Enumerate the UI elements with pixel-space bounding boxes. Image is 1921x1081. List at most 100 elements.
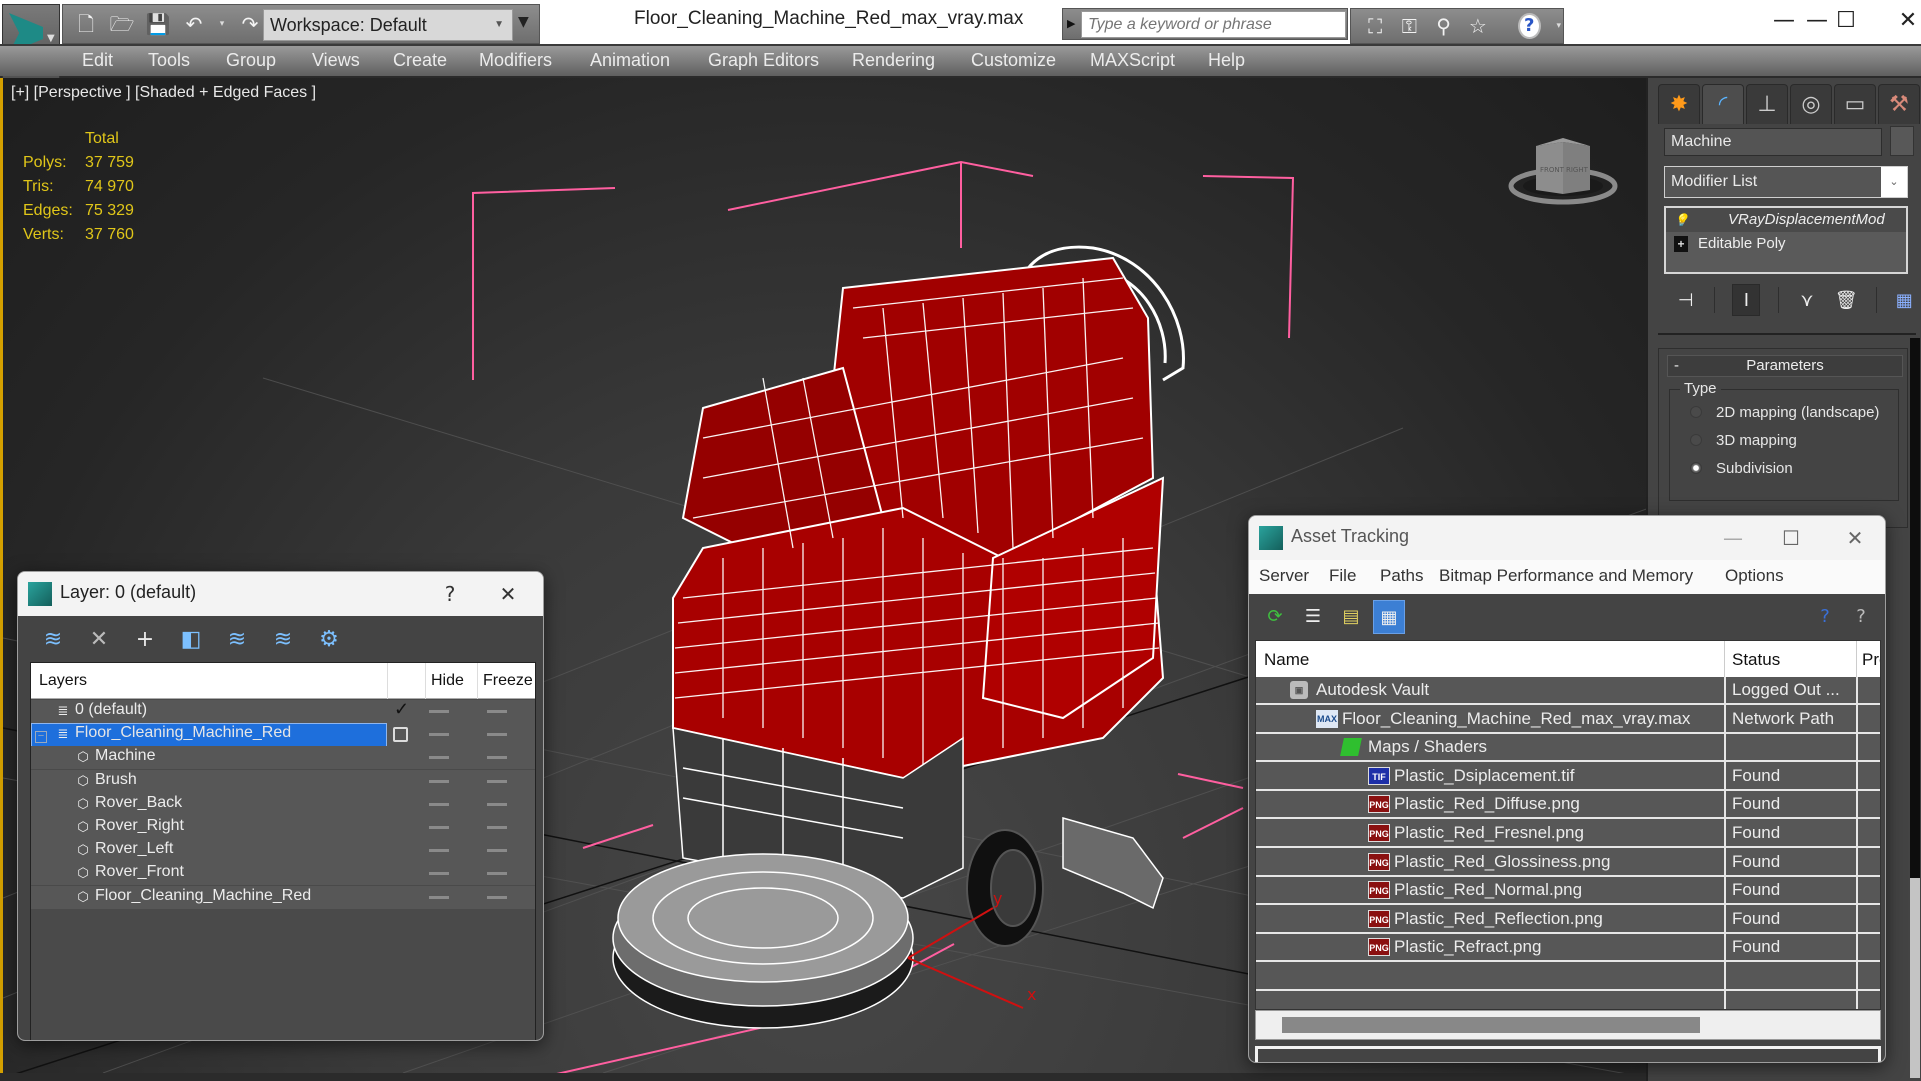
asset-row[interactable]: PNG Plastic_Red_Fresnel.png Found xyxy=(1256,820,1880,848)
stack-item-editable-poly[interactable]: + Editable Poly xyxy=(1666,232,1906,256)
layer-object-row[interactable]: ⬡ Rover_Left xyxy=(31,839,535,863)
hide-toggle[interactable] xyxy=(429,826,449,829)
asset-dialog-titlebar[interactable]: Asset Tracking — ☐ ✕ xyxy=(1249,516,1885,560)
asset-path-field[interactable] xyxy=(1255,1046,1881,1062)
menu-tools[interactable]: Tools xyxy=(148,50,190,71)
help-dropdown-icon[interactable]: ▾ xyxy=(1555,21,1563,31)
display-tab-icon[interactable]: ▭ xyxy=(1834,84,1876,124)
col-proxy[interactable]: Pro xyxy=(1862,650,1880,670)
close-button[interactable]: ✕ xyxy=(1835,522,1875,554)
add-to-layer-icon[interactable]: + xyxy=(130,625,160,655)
close-button[interactable]: ✕ xyxy=(488,578,528,610)
asset-row[interactable]: TIF Plastic_Dsiplacement.tif Found xyxy=(1256,763,1880,791)
hide-toggle[interactable] xyxy=(429,756,449,760)
menu-group[interactable]: Group xyxy=(226,50,276,71)
layer-object-row[interactable]: ⬡ Rover_Front xyxy=(31,862,535,886)
layer-object-row[interactable]: ⬡ Brush xyxy=(31,769,535,793)
menu-animation[interactable]: Animation xyxy=(590,50,670,71)
menu-server[interactable]: Server xyxy=(1259,566,1309,586)
object-name-field[interactable]: Machine xyxy=(1664,128,1882,156)
radio-button[interactable] xyxy=(1690,406,1702,418)
viewport-label-menu[interactable]: [+] [Perspective ] [Shaded + Edged Faces… xyxy=(11,84,316,102)
collapse-icon[interactable]: − xyxy=(35,731,47,744)
menu-graph-editors[interactable]: Graph Editors xyxy=(708,50,819,71)
command-panel-scrollbar[interactable] xyxy=(1910,338,1920,1078)
freeze-toggle[interactable] xyxy=(487,710,507,713)
menu-modifiers[interactable]: Modifiers xyxy=(479,50,552,71)
radio-button[interactable] xyxy=(1690,434,1702,446)
maximize-button[interactable]: ☐ xyxy=(1771,522,1811,554)
menu-paths[interactable]: Paths xyxy=(1380,566,1423,586)
stack-item-vraydisplacementmod[interactable]: 💡 VRayDisplacementMod xyxy=(1666,208,1906,232)
refresh-icon[interactable]: ⟳ xyxy=(1259,600,1291,634)
menu-maxscript[interactable]: MAXScript xyxy=(1090,50,1175,71)
object-color-swatch[interactable] xyxy=(1890,126,1914,156)
help-icon[interactable]: ? xyxy=(1518,13,1541,39)
context-help-icon[interactable]: ? xyxy=(1845,600,1877,634)
radio-button-selected[interactable] xyxy=(1690,462,1702,474)
minimize-button[interactable]: — xyxy=(1713,522,1753,554)
viewcube[interactable]: FRONT RIGHT xyxy=(1508,130,1618,210)
help-button[interactable]: ? xyxy=(430,578,470,610)
undo-dropdown-icon[interactable]: ▾ xyxy=(217,19,227,29)
layer-row[interactable]: − ≣ Floor_Cleaning_Machine_Red xyxy=(31,723,535,752)
modifier-list-dropdown[interactable]: Modifier List ⌄ xyxy=(1664,166,1908,198)
asset-row[interactable]: Maps / Shaders xyxy=(1256,734,1880,763)
layer-object-row[interactable]: ⬡ Rover_Back xyxy=(31,792,535,816)
make-unique-icon[interactable]: ⋎ xyxy=(1797,290,1817,311)
configure-modifier-sets-icon[interactable]: ▦ xyxy=(1894,290,1914,311)
freeze-toggle[interactable] xyxy=(487,895,507,899)
select-objects-icon[interactable]: ◧ xyxy=(176,625,206,655)
menu-customize[interactable]: Customize xyxy=(971,50,1056,71)
freeze-toggle[interactable] xyxy=(487,849,507,853)
remove-modifier-icon[interactable]: 🗑 xyxy=(1835,290,1858,311)
hide-toggle[interactable] xyxy=(429,849,449,853)
freeze-toggle[interactable] xyxy=(487,872,507,876)
col-layers[interactable]: Layers xyxy=(39,672,87,690)
binoculars-icon[interactable]: ⛶ xyxy=(1365,14,1385,38)
asset-row[interactable]: PNG Plastic_Red_Normal.png Found xyxy=(1256,877,1880,906)
freeze-toggle[interactable] xyxy=(487,779,507,783)
new-file-icon[interactable]: 🗋 xyxy=(73,11,99,37)
lightbulb-icon[interactable]: 💡 xyxy=(1674,212,1689,228)
create-tab-icon[interactable]: ✸ xyxy=(1658,84,1700,124)
list-view-icon[interactable]: ☰ xyxy=(1297,600,1329,634)
asset-row[interactable]: PNG Plastic_Refract.png Found xyxy=(1256,934,1880,963)
motion-tab-icon[interactable]: ◎ xyxy=(1790,84,1832,124)
undo-icon[interactable]: ↶ xyxy=(181,11,207,37)
vault-help-icon[interactable]: ? xyxy=(1809,600,1841,634)
scrollbar-thumb[interactable] xyxy=(1910,878,1920,1078)
modify-tab-icon[interactable]: ◜ xyxy=(1702,84,1744,124)
col-status[interactable]: Status xyxy=(1732,650,1780,670)
radio-2d-mapping[interactable]: 2D mapping (landscape) xyxy=(1690,404,1879,421)
col-freeze[interactable]: Freeze xyxy=(483,672,533,690)
menu-edit[interactable]: Edit xyxy=(82,50,113,71)
satellite-icon[interactable]: ⚲ xyxy=(1434,14,1454,38)
menu-create[interactable]: Create xyxy=(393,50,447,71)
hide-toggle[interactable] xyxy=(429,872,449,876)
col-hide[interactable]: Hide xyxy=(431,672,464,690)
layer-settings-icon[interactable]: ⚙ xyxy=(314,625,344,655)
layer-object-row[interactable]: ⬡ Rover_Right xyxy=(31,816,535,839)
close-button[interactable]: ✕ xyxy=(1878,6,1921,36)
hierarchy-tab-icon[interactable]: ⊥ xyxy=(1746,84,1788,124)
freeze-toggle[interactable] xyxy=(487,733,507,737)
asset-row[interactable]: PNG Plastic_Red_Glossiness.png Found xyxy=(1256,849,1880,877)
workspace-selector[interactable]: Workspace: Default ▼ xyxy=(263,9,513,41)
delete-layer-icon[interactable]: ✕ xyxy=(84,625,114,655)
set-current-layer-icon[interactable]: ≋ xyxy=(268,625,298,655)
layer-dialog-titlebar[interactable]: Layer: 0 (default) ? ✕ xyxy=(18,572,543,616)
current-layer-checkbox[interactable] xyxy=(393,727,408,743)
expand-plus-icon[interactable]: + xyxy=(1674,236,1688,252)
star-icon[interactable]: ☆ xyxy=(1468,14,1488,38)
asset-row[interactable]: ▣ Autodesk Vault Logged Out ... xyxy=(1256,677,1880,705)
col-name[interactable]: Name xyxy=(1264,650,1309,670)
tree-view-icon[interactable]: ▤ xyxy=(1335,600,1367,634)
radio-subdivision[interactable]: Subdivision xyxy=(1690,460,1793,477)
menu-options[interactable]: Options xyxy=(1725,566,1784,586)
parameters-rollout-header[interactable]: - Parameters xyxy=(1667,355,1903,377)
open-file-icon[interactable]: 🗁 xyxy=(109,11,135,37)
layer-object-row[interactable]: ⬡ Machine xyxy=(31,746,535,770)
hide-toggle[interactable] xyxy=(429,895,449,899)
utilities-tab-icon[interactable]: ⚒ xyxy=(1878,84,1920,124)
